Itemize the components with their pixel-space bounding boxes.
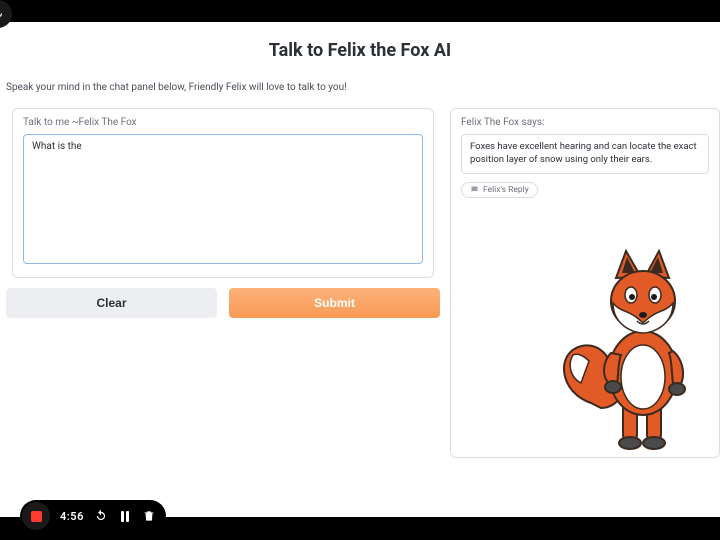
- reply-panel-label: Felix The Fox says:: [461, 117, 709, 128]
- pause-button[interactable]: [118, 509, 132, 523]
- page-title: Talk to Felix the Fox AI: [0, 40, 720, 61]
- reply-chip-label: Felix's Reply: [483, 185, 529, 195]
- submit-button[interactable]: Submit: [229, 288, 440, 318]
- page-subtitle: Speak your mind in the chat panel below,…: [6, 82, 347, 93]
- fox-illustration: [561, 243, 711, 453]
- app-page: Talk to Felix the Fox AI Speak your mind…: [0, 22, 720, 517]
- chat-icon: [470, 185, 479, 194]
- input-panel-label: Talk to me ~Felix The Fox: [23, 117, 423, 128]
- trash-icon: [142, 509, 156, 523]
- reply-chip: Felix's Reply: [461, 182, 538, 198]
- chat-input[interactable]: [23, 134, 423, 264]
- viewport: Talk to Felix the Fox AI Speak your mind…: [0, 0, 720, 540]
- recorder-bar: 4:56: [20, 500, 166, 532]
- clear-button[interactable]: Clear: [6, 288, 217, 318]
- input-panel: Talk to me ~Felix The Fox: [12, 108, 434, 278]
- microphone-icon: [0, 7, 5, 21]
- stop-button[interactable]: [22, 502, 50, 530]
- reply-panel: Felix The Fox says: Foxes have excellent…: [450, 108, 720, 458]
- recorder-time: 4:56: [60, 510, 84, 523]
- undo-icon: [94, 509, 108, 523]
- stop-icon: [31, 511, 42, 522]
- pause-icon: [121, 511, 129, 522]
- restart-button[interactable]: [94, 509, 108, 523]
- button-row: Clear Submit: [6, 288, 440, 318]
- delete-button[interactable]: [142, 509, 156, 523]
- reply-text: Foxes have excellent hearing and can loc…: [461, 134, 709, 174]
